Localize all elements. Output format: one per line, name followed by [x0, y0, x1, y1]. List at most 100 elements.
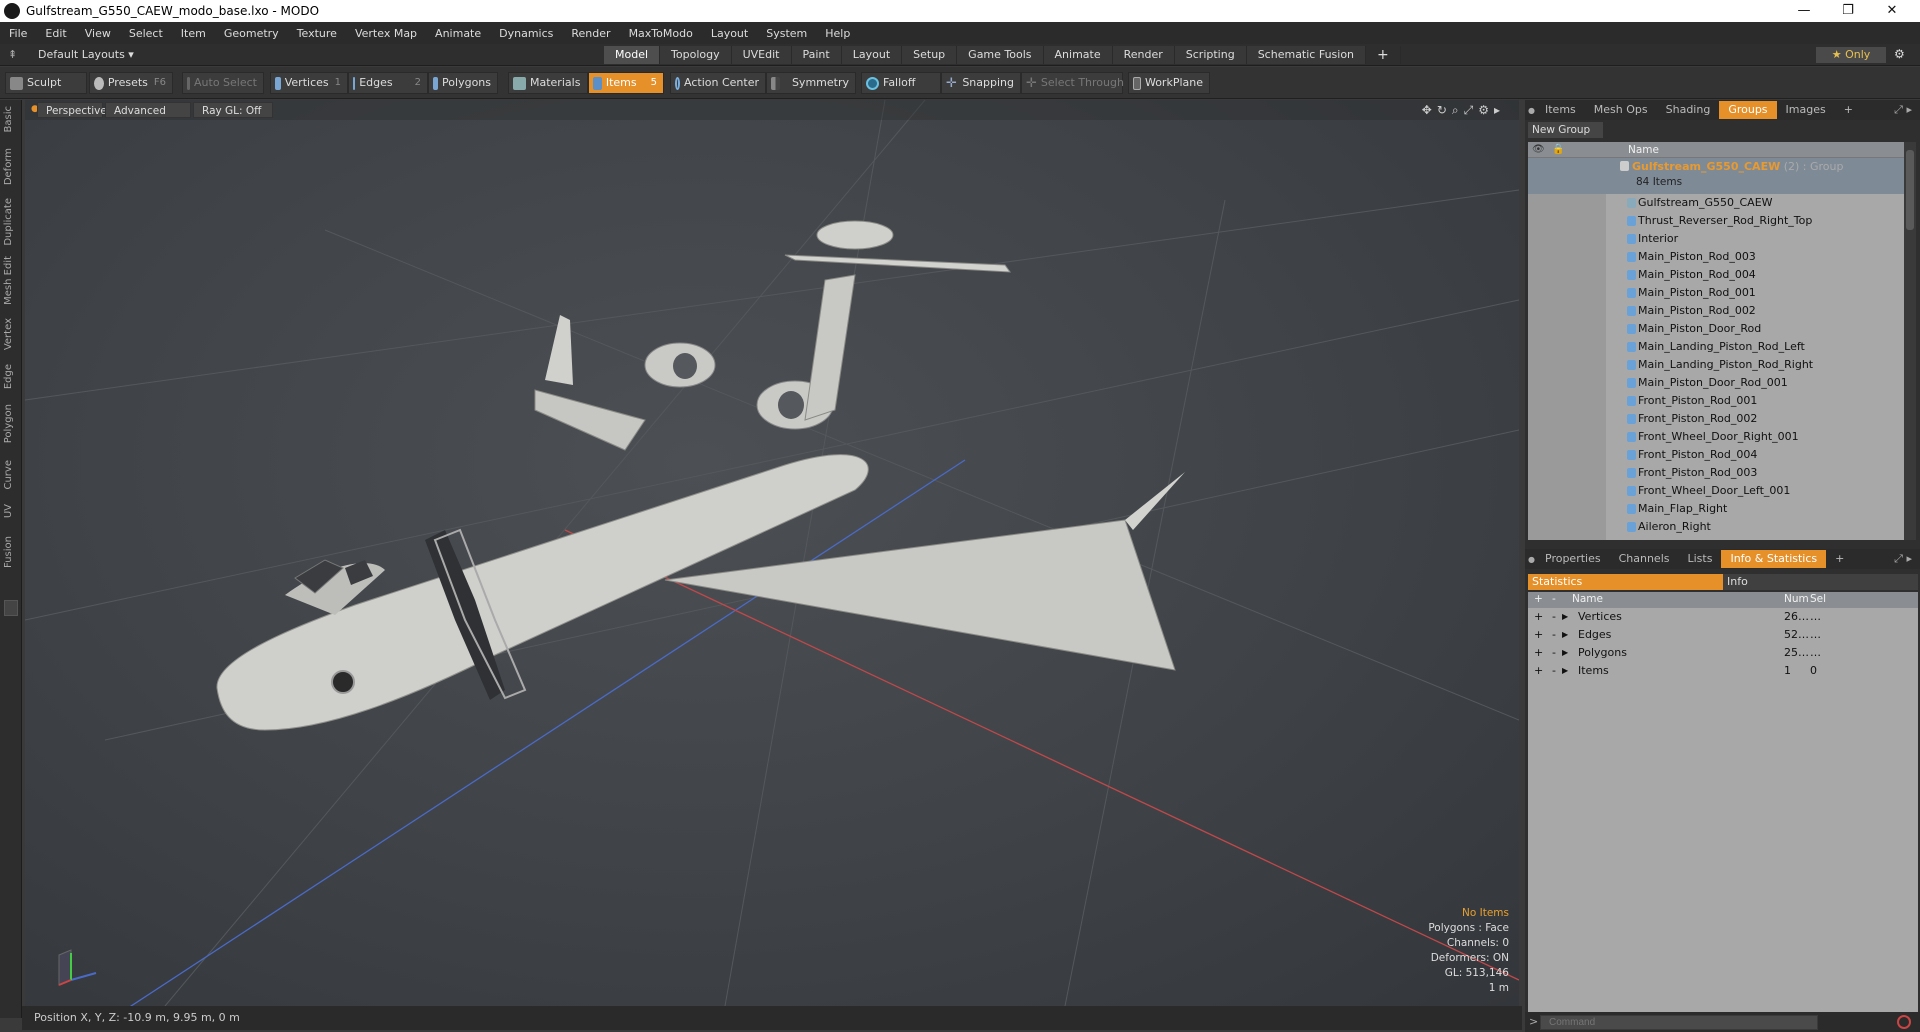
action-center-button[interactable]: Action Center: [670, 72, 766, 94]
falloff-button[interactable]: Falloff: [861, 72, 941, 94]
tab-properties[interactable]: Properties: [1536, 550, 1610, 568]
list-item[interactable]: Front_Piston_Rod_001: [1528, 392, 1904, 410]
subtab-info[interactable]: Info: [1723, 574, 1918, 590]
snapping-button[interactable]: ✛ Snapping: [941, 72, 1021, 94]
add-icon[interactable]: +: [1534, 662, 1543, 680]
vtab-duplicate[interactable]: Duplicate: [3, 198, 14, 246]
add-icon[interactable]: +: [1534, 626, 1543, 644]
list-item[interactable]: Main_Piston_Rod_001: [1528, 284, 1904, 302]
close-icon[interactable]: ✕: [1870, 0, 1914, 22]
remove-icon[interactable]: -: [1552, 662, 1556, 680]
list-item[interactable]: Front_Piston_Rod_002: [1528, 410, 1904, 428]
layout-collapse-icon[interactable]: ⇞: [8, 48, 17, 61]
scrollbar-thumb[interactable]: [1906, 150, 1914, 230]
list-item[interactable]: Main_Piston_Rod_003: [1528, 248, 1904, 266]
list-item[interactable]: Front_Wheel_Door_Right_001: [1528, 428, 1904, 446]
lock-icon[interactable]: 🔒: [1552, 144, 1564, 155]
item-list-scrollbar[interactable]: [1904, 142, 1916, 540]
vertices-button[interactable]: Vertices 1: [270, 72, 348, 94]
menu-item[interactable]: Item: [172, 27, 215, 40]
add-tab-icon[interactable]: +: [1366, 46, 1401, 64]
vtab-curve[interactable]: Curve: [3, 460, 14, 490]
list-item[interactable]: Main_Landing_Piston_Rod_Left: [1528, 338, 1904, 356]
materials-button[interactable]: Materials: [508, 72, 588, 94]
remove-icon[interactable]: -: [1552, 644, 1556, 662]
vtab-polygon[interactable]: Polygon: [3, 404, 14, 443]
menu-help[interactable]: Help: [816, 27, 859, 40]
expand-arrow-icon[interactable]: ▶: [1562, 662, 1568, 680]
vtab-deform[interactable]: Deform: [3, 148, 14, 185]
name-header[interactable]: Name: [1572, 593, 1603, 605]
menu-texture[interactable]: Texture: [288, 27, 346, 40]
tab-schematic-fusion[interactable]: Schematic Fusion: [1246, 46, 1367, 64]
command-input[interactable]: [1540, 1015, 1818, 1030]
maximize-icon[interactable]: ❐: [1826, 0, 1870, 22]
num-header[interactable]: Num: [1784, 593, 1809, 605]
menu-view[interactable]: View: [76, 27, 120, 40]
menu-animate[interactable]: Animate: [426, 27, 490, 40]
remove-icon[interactable]: -: [1552, 608, 1556, 626]
menu-layout[interactable]: Layout: [702, 27, 757, 40]
expand-arrow-icon[interactable]: ▶: [1562, 608, 1568, 626]
menu-dynamics[interactable]: Dynamics: [490, 27, 562, 40]
list-item[interactable]: Main_Piston_Rod_004: [1528, 266, 1904, 284]
panel-expand-icon[interactable]: ⤢ ▸: [1894, 552, 1912, 566]
panel-menu-icon[interactable]: ●: [1528, 106, 1536, 115]
tab-shading[interactable]: Shading: [1657, 101, 1720, 119]
panel-menu-icon[interactable]: ●: [1528, 555, 1536, 564]
expand-all-icon[interactable]: +: [1534, 593, 1543, 605]
list-item[interactable]: Front_Piston_Rod_003: [1528, 464, 1904, 482]
vtab-edge[interactable]: Edge: [3, 364, 14, 389]
new-group-button[interactable]: New Group: [1528, 122, 1603, 138]
minimize-icon[interactable]: —: [1782, 0, 1826, 22]
tab-model[interactable]: Model: [604, 46, 661, 64]
vtab-basic[interactable]: Basic: [3, 106, 14, 132]
add-icon[interactable]: +: [1534, 608, 1543, 626]
tab-channels[interactable]: Channels: [1610, 550, 1679, 568]
tab-render[interactable]: Render: [1112, 46, 1175, 64]
viewport-nav-icons[interactable]: ✥↻⌕⤢⚙▸: [1422, 103, 1505, 118]
remove-icon[interactable]: -: [1552, 626, 1556, 644]
menu-render[interactable]: Render: [562, 27, 619, 40]
add-panel-tab-icon[interactable]: +: [1826, 550, 1853, 568]
table-row[interactable]: + - ▶ Edges 52… …: [1528, 626, 1918, 644]
edges-button[interactable]: Edges 2: [348, 72, 428, 94]
list-item[interactable]: Thrust_Reverser_Rod_Right_Top: [1528, 212, 1904, 230]
menu-vertex-map[interactable]: Vertex Map: [346, 27, 426, 40]
presets-button[interactable]: Presets F6: [89, 72, 173, 94]
vtab-uv[interactable]: UV: [3, 504, 14, 518]
add-panel-tab-icon[interactable]: +: [1835, 101, 1862, 119]
tab-setup[interactable]: Setup: [902, 46, 958, 64]
gear-icon[interactable]: ⚙: [1894, 47, 1905, 61]
aircraft-model[interactable]: [216, 220, 1200, 731]
vtab-mesh-edit[interactable]: Mesh Edit: [3, 256, 14, 305]
tab-items[interactable]: Items: [1536, 101, 1585, 119]
menu-geometry[interactable]: Geometry: [215, 27, 288, 40]
list-item[interactable]: Gulfstream_G550_CAEW: [1528, 194, 1904, 212]
tab-info-statistics[interactable]: Info & Statistics: [1721, 550, 1827, 568]
group-row[interactable]: Gulfstream_G550_CAEW (2) : Group 84 Item…: [1528, 158, 1904, 194]
list-item[interactable]: Front_Wheel_Door_Left_001: [1528, 482, 1904, 500]
menu-file[interactable]: File: [0, 27, 36, 40]
menu-select[interactable]: Select: [120, 27, 172, 40]
eye-icon[interactable]: 👁: [1532, 144, 1545, 155]
table-row[interactable]: + - ▶ Polygons 25… …: [1528, 644, 1918, 662]
tab-topology[interactable]: Topology: [660, 46, 732, 64]
list-item[interactable]: Main_Piston_Rod_002: [1528, 302, 1904, 320]
tab-animate[interactable]: Animate: [1043, 46, 1113, 64]
group-item-list[interactable]: 👁 🔒 Name Gulfstream_G550_CAEW (2) : Grou…: [1528, 142, 1904, 540]
menu-system[interactable]: System: [757, 27, 816, 40]
panel-expand-icon[interactable]: ⤢ ▸: [1894, 103, 1912, 117]
advanced-dropdown[interactable]: Advanced: [105, 102, 191, 118]
only-toggle-button[interactable]: ★ Only: [1816, 47, 1886, 63]
tab-layout[interactable]: Layout: [841, 46, 903, 64]
list-item[interactable]: Main_Piston_Door_Rod: [1528, 320, 1904, 338]
list-item[interactable]: Main_Piston_Door_Rod_001: [1528, 374, 1904, 392]
select-through-button[interactable]: ✛ Select Through: [1021, 72, 1124, 94]
expand-arrow-icon[interactable]: ▶: [1562, 644, 1568, 662]
workplane-button[interactable]: WorkPlane: [1128, 72, 1210, 94]
name-column-header[interactable]: Name: [1628, 144, 1659, 156]
sculpt-button[interactable]: Sculpt: [5, 72, 87, 94]
vtab-vertex[interactable]: Vertex: [3, 318, 14, 350]
subtab-statistics[interactable]: Statistics: [1528, 574, 1723, 590]
